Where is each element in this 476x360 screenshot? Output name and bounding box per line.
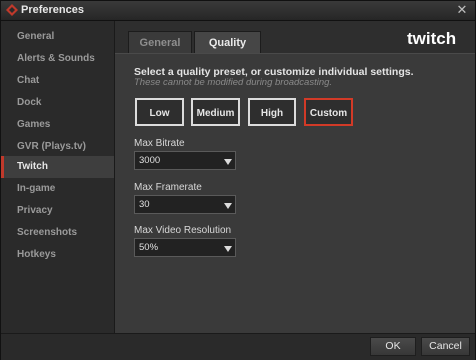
chevron-down-icon — [224, 201, 232, 209]
max-resolution-label: Max Video Resolution — [134, 225, 232, 236]
sidebar-item-screenshots[interactable]: Screenshots — [1, 222, 114, 244]
max-bitrate-select[interactable]: 3000 — [134, 151, 236, 170]
window-title: Preferences — [21, 4, 84, 16]
max-resolution-select[interactable]: 50% — [134, 238, 236, 257]
sidebar-item-chat[interactable]: Chat — [1, 70, 114, 92]
sidebar-item-general[interactable]: General — [1, 26, 114, 48]
preset-medium-button[interactable]: Medium — [191, 98, 240, 126]
preset-custom-button[interactable]: Custom — [304, 98, 353, 126]
tab-bar: General Quality twitch — [115, 21, 475, 53]
quality-subheading: These cannot be modified during broadcas… — [134, 77, 333, 88]
preset-high-button[interactable]: High — [248, 98, 296, 126]
close-icon[interactable]: ✕ — [455, 3, 469, 17]
tab-quality[interactable]: Quality — [194, 31, 261, 53]
sidebar-item-games[interactable]: Games — [1, 114, 114, 136]
max-bitrate-label: Max Bitrate — [134, 138, 185, 149]
twitch-logo: twitch — [405, 27, 461, 51]
preferences-app-icon — [6, 4, 18, 16]
sidebar: General Alerts & Sounds Chat Dock Games … — [1, 21, 115, 333]
title-bar[interactable]: Preferences ✕ — [1, 1, 475, 21]
sidebar-item-gvr[interactable]: GVR (Plays.tv) — [1, 136, 114, 158]
sidebar-item-in-game[interactable]: In-game — [1, 178, 114, 200]
cancel-button[interactable]: Cancel — [421, 337, 470, 356]
preset-low-button[interactable]: Low — [135, 98, 184, 126]
twitch-logo-text: twitch — [407, 29, 456, 48]
max-bitrate-value: 3000 — [139, 155, 161, 166]
content-area: General Quality twitch Select a quality … — [115, 21, 475, 334]
max-resolution-value: 50% — [139, 242, 159, 253]
preferences-window: Preferences ✕ General Alerts & Sounds Ch… — [0, 0, 476, 360]
chevron-down-icon — [224, 157, 232, 165]
dialog-footer: OK Cancel — [1, 333, 475, 360]
chevron-down-icon — [224, 244, 232, 252]
sidebar-item-hotkeys[interactable]: Hotkeys — [1, 244, 114, 266]
tab-general[interactable]: General — [128, 31, 192, 53]
max-framerate-select[interactable]: 30 — [134, 195, 236, 214]
quality-panel: Select a quality preset, or customize in… — [115, 53, 475, 334]
sidebar-item-dock[interactable]: Dock — [1, 92, 114, 114]
max-framerate-value: 30 — [139, 199, 150, 210]
sidebar-item-privacy[interactable]: Privacy — [1, 200, 114, 222]
ok-button[interactable]: OK — [370, 337, 416, 356]
max-framerate-label: Max Framerate — [134, 182, 202, 193]
sidebar-item-twitch[interactable]: Twitch — [1, 156, 114, 178]
sidebar-item-alerts-sounds[interactable]: Alerts & Sounds — [1, 48, 114, 70]
